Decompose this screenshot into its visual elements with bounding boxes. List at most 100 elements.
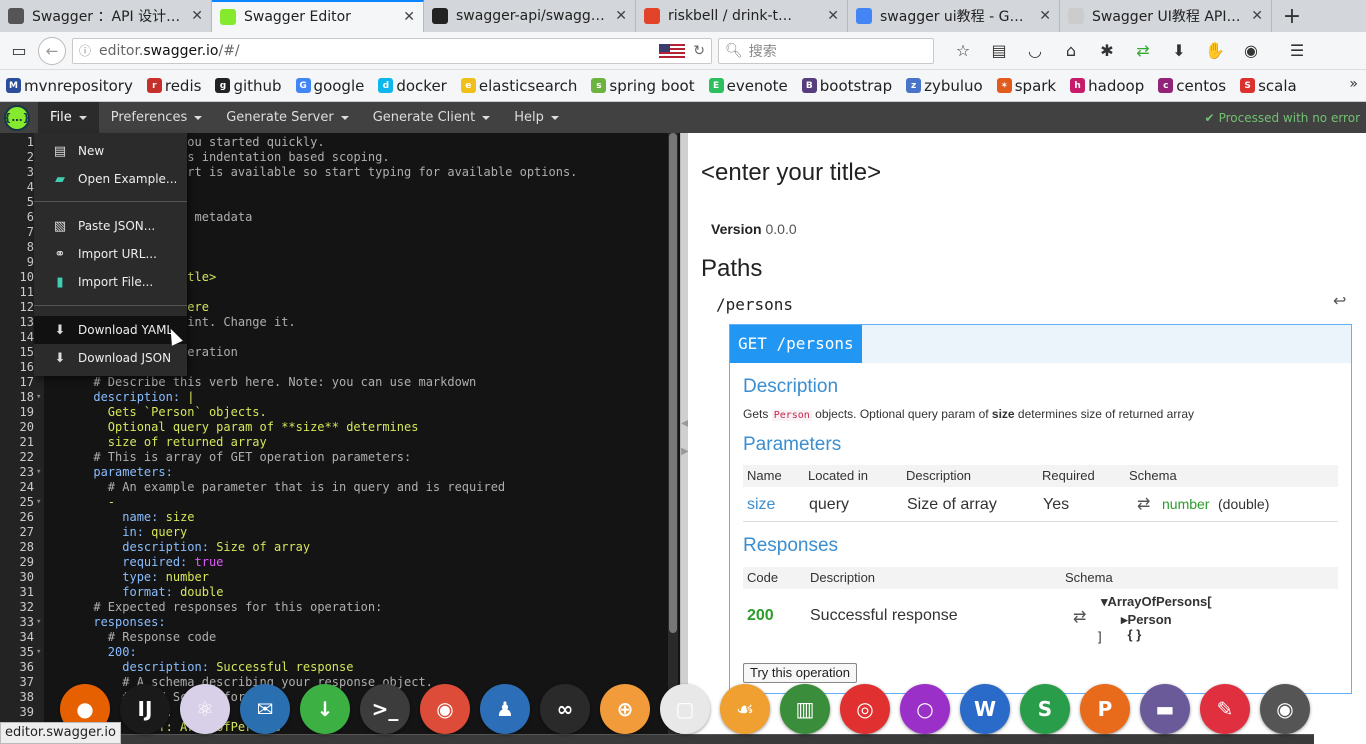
wps-writer-icon[interactable]: W xyxy=(960,684,1010,734)
bookmark-item[interactable]: e elasticsearch xyxy=(460,77,577,95)
jump-to-source-icon[interactable]: ↩ xyxy=(1333,291,1346,311)
menu-help[interactable]: Help xyxy=(502,102,571,133)
schema-tree-root[interactable]: ▾ ArrayOfPersons[ xyxy=(1101,594,1212,610)
schema-toggle-icon[interactable]: ⇄ xyxy=(1073,607,1086,627)
puzzle-icon[interactable]: ✋ xyxy=(1202,38,1228,64)
bookmark-item[interactable]: z zybuluo xyxy=(906,77,983,95)
file-menu-import-file[interactable]: ▮ Import File... xyxy=(34,268,187,296)
menu-preferences[interactable]: Preferences xyxy=(99,102,214,133)
thunderbird-icon[interactable]: ✉ xyxy=(240,684,290,734)
bookmark-item[interactable]: s spring boot xyxy=(591,77,695,95)
file-menu-paste-json[interactable]: ▧ Paste JSON... xyxy=(34,212,187,240)
store-icon[interactable]: ⊕ xyxy=(600,684,650,734)
color-picker-icon[interactable]: ◉ xyxy=(1238,38,1264,64)
editor-line[interactable]: 26 name: size xyxy=(0,510,680,525)
file-menu-import-url[interactable]: ⚭ Import URL... xyxy=(34,240,187,268)
camera-icon[interactable]: ◉ xyxy=(1260,684,1310,734)
bookmark-item[interactable]: h hadoop xyxy=(1070,77,1144,95)
editor-line[interactable]: 22 # This is array of GET operation para… xyxy=(0,450,680,465)
downloads-icon[interactable]: ⬇ xyxy=(1166,38,1192,64)
schema-toggle-icon[interactable]: ⇄ xyxy=(1137,487,1150,522)
bookmark-item[interactable]: Bbootstrap xyxy=(801,77,892,95)
pane-splitter[interactable]: ◀ ▶ xyxy=(680,133,689,744)
file-menu-new[interactable]: ▤ New xyxy=(34,137,187,165)
bookmark-item[interactable]: g github xyxy=(215,77,282,95)
search-box[interactable]: 🔍︎ 搜索 xyxy=(718,37,934,64)
path-name[interactable]: /persons xyxy=(716,295,793,314)
editor-line[interactable]: 34 # Response code xyxy=(0,630,680,645)
sidebar-toggle-icon[interactable]: ▭ xyxy=(6,38,32,64)
bookmark-item[interactable]: Sscala xyxy=(1240,77,1297,95)
bookmark-item[interactable]: c centos xyxy=(1158,77,1226,95)
param-name[interactable]: size xyxy=(747,487,775,522)
atom-icon[interactable]: ⚛ xyxy=(180,684,230,734)
files-icon[interactable]: ▬ xyxy=(1140,684,1190,734)
operation-header[interactable]: GET /persons xyxy=(730,325,1351,363)
info-icon[interactable]: ⓘ xyxy=(79,42,91,59)
editor-line[interactable]: 28 description: Size of array xyxy=(0,540,680,555)
menu-generate-server[interactable]: Generate Server xyxy=(214,102,360,133)
reader-icon[interactable]: ▥ xyxy=(780,684,830,734)
editor-line[interactable]: 27 in: query xyxy=(0,525,680,540)
wps-sheet-icon[interactable]: S xyxy=(1020,684,1070,734)
schema-tree-child[interactable]: ▸ Person { } xyxy=(1121,612,1172,642)
browser-tab[interactable]: riskbell / drink-t… ✕ xyxy=(636,0,848,32)
extension-icon[interactable]: ✱ xyxy=(1094,38,1120,64)
qq-icon[interactable]: ♟ xyxy=(480,684,530,734)
editor-line[interactable]: 20 Optional query param of **size** dete… xyxy=(0,420,680,435)
terminal-icon[interactable]: >_ xyxy=(360,684,410,734)
editor-line[interactable]: 18 ▾ description: | xyxy=(0,390,680,405)
editor-line[interactable]: 30 type: number xyxy=(0,570,680,585)
editor-line[interactable]: 17 # Describe this verb here. Note: you … xyxy=(0,375,680,390)
editor-line[interactable]: 23 ▾ parameters: xyxy=(0,465,680,480)
sync-icon[interactable]: ⇄ xyxy=(1130,38,1156,64)
menu-file[interactable]: File xyxy=(38,102,99,133)
new-tab-button[interactable]: + xyxy=(1272,0,1312,32)
bookmark-item[interactable]: Mmvnrepository xyxy=(6,77,133,95)
fold-arrow-icon[interactable]: ▾ xyxy=(36,495,41,510)
flag-icon[interactable] xyxy=(659,43,686,58)
editor-line[interactable]: 21 size of returned array xyxy=(0,435,680,450)
reading-list-icon[interactable]: ▤ xyxy=(986,38,1012,64)
file-menu-download-yaml[interactable]: ⬇ Download YAML xyxy=(34,316,187,344)
close-tab-icon[interactable]: ✕ xyxy=(191,8,203,24)
file-menu-open-example[interactable]: ▰ Open Example... xyxy=(34,165,187,193)
pen-app-icon[interactable]: ✎ xyxy=(1200,684,1250,734)
address-bar[interactable]: ⓘ editor.swagger.io/#/ ↻ xyxy=(72,37,712,64)
bookmarks-overflow-icon[interactable]: » xyxy=(1349,76,1358,92)
back-button[interactable]: ← xyxy=(38,36,66,65)
editor-line[interactable]: 24 # An example parameter that is in que… xyxy=(0,480,680,495)
editor-line[interactable]: 36 description: Successful response xyxy=(0,660,680,675)
fold-arrow-icon[interactable]: ▾ xyxy=(36,645,41,660)
operation-badge[interactable]: GET /persons xyxy=(730,325,862,363)
virtualbox-icon[interactable]: ▢ xyxy=(660,684,710,734)
browser-tab[interactable]: Swagger UI教程 API 文… ✕ xyxy=(1060,0,1272,32)
editor-line[interactable]: 25 ▾ - xyxy=(0,495,680,510)
close-tab-icon[interactable]: ✕ xyxy=(1251,8,1263,24)
file-menu-download-json[interactable]: ⬇ Download JSON xyxy=(34,344,187,372)
bookmark-item[interactable]: d docker xyxy=(378,77,447,95)
download-icon[interactable]: ↓ xyxy=(300,684,350,734)
star-icon[interactable]: ☆ xyxy=(950,38,976,64)
network-icon[interactable]: ∞ xyxy=(540,684,590,734)
menu-icon[interactable]: ☰ xyxy=(1284,38,1310,64)
editor-line[interactable]: 31 format: double xyxy=(0,585,680,600)
mysql-icon[interactable]: ☙ xyxy=(720,684,770,734)
home-icon[interactable]: ⌂ xyxy=(1058,38,1084,64)
intellij-icon[interactable]: IJ xyxy=(120,684,170,734)
swagger-logo-icon[interactable]: {…} xyxy=(4,104,30,131)
reload-icon[interactable]: ↻ xyxy=(693,43,705,59)
pocket-icon[interactable]: ◡ xyxy=(1022,38,1048,64)
fold-arrow-icon[interactable]: ▾ xyxy=(36,390,41,405)
editor-line[interactable]: 19 Gets `Person` objects. xyxy=(0,405,680,420)
close-tab-icon[interactable]: ✕ xyxy=(615,8,627,24)
bookmark-item[interactable]: ✶ spark xyxy=(996,77,1056,95)
circle-app-icon[interactable]: ○ xyxy=(900,684,950,734)
browser-tab[interactable]: swagger ui教程 - G… ✕ xyxy=(848,0,1060,32)
close-tab-icon[interactable]: ✕ xyxy=(1039,8,1051,24)
editor-line[interactable]: 35 ▾ 200: xyxy=(0,645,680,660)
chrome-icon[interactable]: ◉ xyxy=(420,684,470,734)
editor-line[interactable]: 29 required: true xyxy=(0,555,680,570)
bookmark-item[interactable]: r redis xyxy=(146,77,201,95)
close-tab-icon[interactable]: ✕ xyxy=(403,9,415,25)
